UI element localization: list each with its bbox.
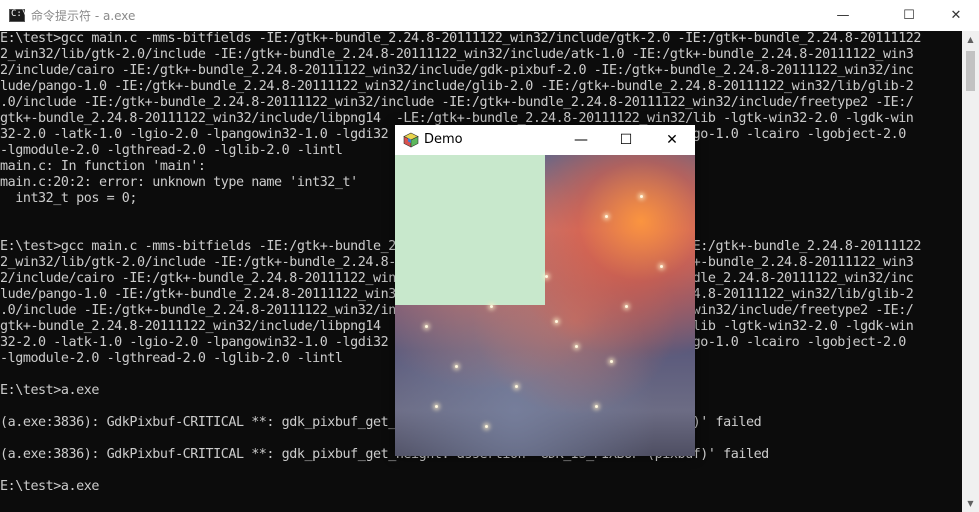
sparkle [575, 345, 578, 348]
close-button[interactable]: ✕ [933, 0, 979, 31]
sparkle [595, 405, 598, 408]
window-title: 命令提示符 - a.exe [31, 9, 136, 23]
console-line: main.c:20:2: error: unknown type name 'i… [0, 175, 358, 190]
arrow-down-icon: ▼ [967, 499, 974, 508]
sparkle [625, 305, 628, 308]
console-line: main.c: In function 'main': [0, 159, 206, 174]
green-rectangle [395, 155, 545, 305]
sparkle [545, 275, 548, 278]
sparkle [485, 425, 488, 428]
sparkle [515, 385, 518, 388]
minimize-icon: — [574, 132, 588, 148]
close-icon: ✕ [666, 132, 678, 148]
console-line: E:\test>a.exe [0, 479, 99, 494]
arrow-up-icon: ▲ [967, 35, 974, 44]
sparkle [605, 215, 608, 218]
console-titlebar[interactable]: C:\ 命令提示符 - a.exe — ☐ ✕ [0, 0, 979, 31]
maximize-button[interactable]: ☐ [886, 0, 932, 31]
demo-minimize-button[interactable]: — [558, 125, 604, 155]
console-line: E:\test>a.exe [0, 383, 99, 398]
console-line: lude/pango-1.0 -IE:/gtk+-bundle_2.24.8-2… [0, 79, 914, 94]
sparkle [435, 405, 438, 408]
console-icon: C:\ [9, 9, 28, 22]
demo-close-button[interactable]: ✕ [649, 125, 695, 155]
scroll-thumb[interactable] [966, 51, 975, 91]
minimize-button[interactable]: — [820, 0, 866, 31]
demo-window[interactable]: Demo — ☐ ✕ [395, 125, 695, 456]
console-line: 2_win32/lib/gtk-2.0/include -IE:/gtk+-bu… [0, 47, 914, 62]
maximize-icon: ☐ [903, 8, 915, 23]
console-line: E:\test>gcc main.c -mms-bitfields -IE:/g… [0, 31, 922, 46]
sparkle [425, 325, 428, 328]
vertical-scrollbar[interactable]: ▲ ▼ [962, 31, 979, 512]
console-icon-glyph: C:\ [11, 9, 28, 19]
sparkle [610, 360, 613, 363]
console-line: int32_t pos = 0; [0, 191, 138, 206]
sparkle [555, 320, 558, 323]
console-line: -lgmodule-2.0 -lgthread-2.0 -lglib-2.0 -… [0, 351, 343, 366]
console-line: -lgmodule-2.0 -lgthread-2.0 -lglib-2.0 -… [0, 143, 343, 158]
gtk-icon [403, 132, 419, 148]
minimize-icon: — [836, 8, 850, 23]
sparkle [455, 365, 458, 368]
sparkle [490, 305, 493, 308]
demo-maximize-button[interactable]: ☐ [603, 125, 649, 155]
maximize-icon: ☐ [619, 132, 633, 148]
scroll-down-button[interactable]: ▼ [962, 495, 979, 512]
sparkle [640, 195, 643, 198]
scroll-up-button[interactable]: ▲ [962, 31, 979, 48]
close-icon: ✕ [950, 8, 962, 23]
sparkle [660, 265, 663, 268]
console-line: .0/include -IE:/gtk+-bundle_2.24.8-20111… [0, 95, 914, 110]
demo-title: Demo [424, 132, 463, 147]
console-line: 2/include/cairo -IE:/gtk+-bundle_2.24.8-… [0, 63, 914, 78]
sky-background-image [395, 155, 695, 456]
demo-titlebar[interactable]: Demo — ☐ ✕ [395, 125, 695, 155]
